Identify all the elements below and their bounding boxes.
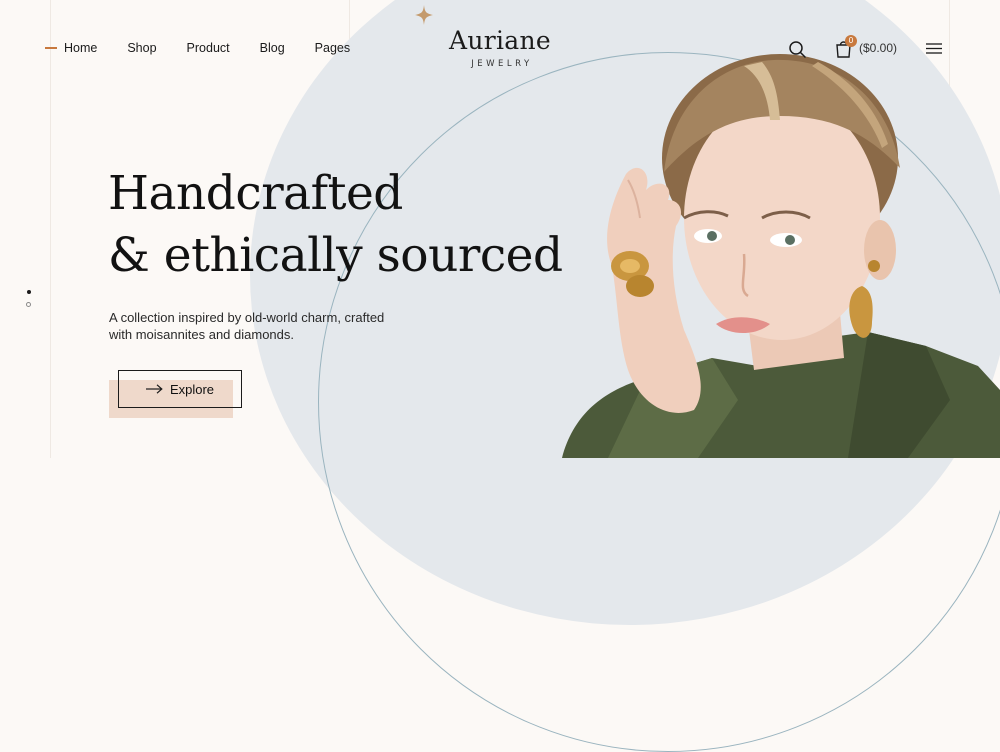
search-icon[interactable] — [788, 40, 807, 59]
cart-total: ($0.00) — [859, 41, 898, 55]
shopping-bag-icon: 0 — [834, 35, 857, 58]
explore-button-frame[interactable]: Explore — [118, 370, 242, 408]
arrow-right-icon — [145, 384, 163, 394]
hero-subtext-line: with moisannites and diamonds. — [109, 327, 294, 342]
model-photo — [562, 54, 1000, 458]
hero-subtext-line: A collection inspired by old-world charm… — [109, 310, 385, 325]
cart-count-badge: 0 — [845, 35, 857, 47]
brand-tagline: JEWELRY — [471, 59, 533, 69]
cart-button[interactable]: 0 ($0.00) — [834, 35, 898, 58]
hero-headline-line: & ethically sourced — [108, 228, 563, 283]
slider-dot[interactable] — [26, 302, 31, 307]
slider-dot-active[interactable] — [27, 290, 31, 294]
explore-button-label: Explore — [169, 381, 215, 397]
sparkle-icon — [415, 5, 433, 25]
hero-headline-line: Handcrafted — [108, 166, 403, 221]
hero-subtext: A collection inspired by old-world charm… — [109, 309, 384, 343]
explore-button[interactable]: Explore — [109, 370, 244, 418]
hamburger-menu-icon[interactable] — [926, 43, 942, 54]
hero-headline: Handcrafted & ethically sourced — [108, 163, 563, 287]
